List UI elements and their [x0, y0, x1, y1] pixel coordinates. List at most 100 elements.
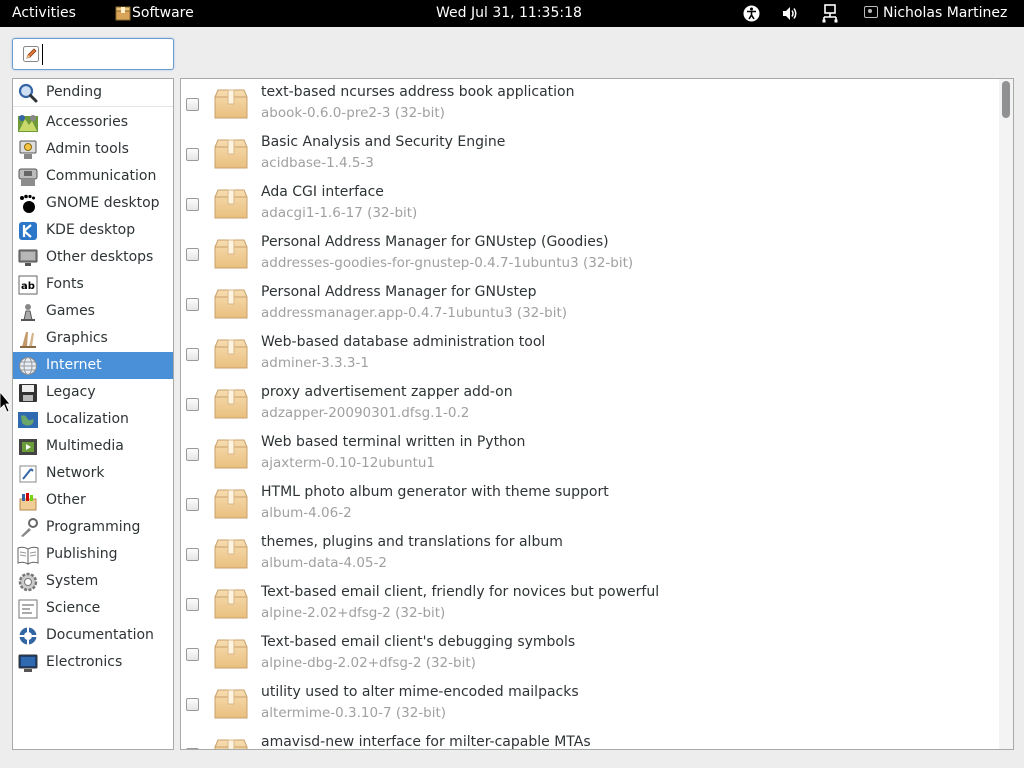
package-checkbox[interactable]	[186, 448, 199, 461]
kde-icon	[17, 220, 39, 241]
top-panel: Activities Software Wed Jul 31, 11:35:18…	[0, 0, 1024, 27]
category-item-science[interactable]: Science	[13, 595, 173, 622]
package-checkbox[interactable]	[186, 598, 199, 611]
user-menu[interactable]: Nicholas Martinez	[864, 0, 1007, 27]
category-item-graphics[interactable]: Graphics	[13, 325, 173, 352]
package-summary: Text-based email client's debugging symb…	[261, 634, 576, 650]
package-checkbox[interactable]	[186, 548, 199, 561]
network-icon[interactable]	[822, 0, 838, 27]
accessibility-icon[interactable]	[743, 0, 760, 27]
category-list[interactable]: Pending Accessories Admin tools Communicati…	[12, 78, 174, 750]
gnome-foot-icon	[17, 193, 39, 214]
clock[interactable]: Wed Jul 31, 11:35:18	[436, 0, 582, 27]
category-item-communication[interactable]: Communication	[13, 163, 173, 190]
package-id: altermime-0.3.10-7 (32-bit)	[261, 705, 447, 721]
package-id: alpine-2.02+dfsg-2 (32-bit)	[261, 605, 446, 621]
other-desktops-icon	[17, 247, 39, 268]
category-item-accessories[interactable]: Accessories	[13, 109, 173, 136]
package-summary: amavisd-new interface for milter-capable…	[261, 734, 591, 750]
system-icon	[17, 571, 39, 592]
category-item-programming[interactable]: Programming	[13, 514, 173, 541]
package-box-icon	[213, 185, 249, 221]
package-checkbox[interactable]	[186, 198, 199, 211]
category-label: System	[46, 573, 99, 589]
package-checkbox[interactable]	[186, 98, 199, 111]
category-label: GNOME desktop	[46, 195, 160, 211]
category-item-other-desktops[interactable]: Other desktops	[13, 244, 173, 271]
package-checkbox[interactable]	[186, 348, 199, 361]
package-summary: Web based terminal written in Python	[261, 434, 526, 450]
package-summary: Personal Address Manager for GNUstep	[261, 284, 537, 300]
volume-icon[interactable]	[781, 0, 799, 27]
package-checkbox[interactable]	[186, 748, 199, 749]
category-item-pending[interactable]: Pending	[13, 79, 173, 107]
package-row[interactable]: text-based ncurses address book applicat…	[181, 79, 997, 129]
fonts-icon: ab	[17, 274, 39, 295]
category-item-fonts[interactable]: ab Fonts	[13, 271, 173, 298]
package-list[interactable]: text-based ncurses address book applicat…	[180, 78, 1014, 750]
activities-button[interactable]: Activities	[12, 0, 76, 27]
category-item-multimedia[interactable]: Multimedia	[13, 433, 173, 460]
package-row[interactable]: themes, plugins and translations for alb…	[181, 529, 997, 579]
category-item-documentation[interactable]: Documentation	[13, 622, 173, 649]
category-item-other[interactable]: Other	[13, 487, 173, 514]
category-item-network[interactable]: Network	[13, 460, 173, 487]
other-icon	[17, 490, 39, 511]
package-checkbox[interactable]	[186, 698, 199, 711]
category-item-system[interactable]: System	[13, 568, 173, 595]
package-summary: Web-based database administration tool	[261, 334, 546, 350]
category-item-publishing[interactable]: Publishing	[13, 541, 173, 568]
package-row[interactable]: HTML photo album generator with theme su…	[181, 479, 997, 529]
package-row[interactable]: Web-based database administration tool ad…	[181, 329, 997, 379]
category-item-admin-tools[interactable]: Admin tools	[13, 136, 173, 163]
package-id: adacgi1-1.6-17 (32-bit)	[261, 205, 418, 221]
category-label: Science	[46, 600, 101, 616]
package-row[interactable]: Basic Analysis and Security Engine acidba…	[181, 129, 997, 179]
package-row[interactable]: Text-based email client's debugging symb…	[181, 629, 997, 679]
package-summary: utility used to alter mime-encoded mailp…	[261, 684, 579, 700]
scrollbar-thumb[interactable]	[1002, 81, 1010, 118]
package-row[interactable]: Text-based email client, friendly for no…	[181, 579, 997, 629]
package-checkbox[interactable]	[186, 248, 199, 261]
package-checkbox[interactable]	[186, 648, 199, 661]
app-name: Software	[132, 5, 194, 21]
category-label: Fonts	[46, 276, 84, 292]
package-summary: text-based ncurses address book applicat…	[261, 84, 575, 100]
category-label: Network	[46, 465, 105, 481]
category-item-localization[interactable]: Localization	[13, 406, 173, 433]
package-row[interactable]: amavisd-new interface for milter-capable…	[181, 729, 997, 750]
category-label: Multimedia	[46, 438, 124, 454]
package-checkbox[interactable]	[186, 498, 199, 511]
package-row[interactable]: Web based terminal written in Python ajax…	[181, 429, 997, 479]
edit-clear-icon[interactable]	[22, 45, 40, 63]
category-item-internet[interactable]: Internet	[13, 352, 173, 379]
package-row[interactable]: Ada CGI interface adacgi1-1.6-17 (32-bit)	[181, 179, 997, 229]
category-item-gnome-desktop[interactable]: GNOME desktop	[13, 190, 173, 217]
package-checkbox[interactable]	[186, 398, 199, 411]
package-id: alpine-dbg-2.02+dfsg-2 (32-bit)	[261, 655, 476, 671]
package-id: ajaxterm-0.10-12ubuntu1	[261, 455, 436, 471]
package-row[interactable]: Personal Address Manager for GNUstep addr…	[181, 279, 997, 329]
category-label: Electronics	[46, 654, 123, 670]
floppy-icon	[17, 382, 39, 403]
package-summary: themes, plugins and translations for alb…	[261, 534, 563, 550]
search-box[interactable]	[12, 38, 174, 70]
scrollbar[interactable]	[999, 79, 1013, 749]
category-item-electronics[interactable]: Electronics	[13, 649, 173, 676]
category-item-kde-desktop[interactable]: KDE desktop	[13, 217, 173, 244]
category-label: Localization	[46, 411, 129, 427]
category-item-games[interactable]: Games	[13, 298, 173, 325]
package-row[interactable]: proxy advertisement zapper add-on adzappe…	[181, 379, 997, 429]
user-status-icon	[864, 6, 878, 18]
category-label: Programming	[46, 519, 141, 535]
multimedia-icon	[17, 436, 39, 457]
category-label: Pending	[46, 84, 102, 100]
category-label: Legacy	[46, 384, 96, 400]
category-item-legacy[interactable]: Legacy	[13, 379, 173, 406]
search-input[interactable]	[42, 44, 168, 65]
package-checkbox[interactable]	[186, 298, 199, 311]
package-checkbox[interactable]	[186, 148, 199, 161]
package-row[interactable]: Personal Address Manager for GNUstep (Go…	[181, 229, 997, 279]
package-row[interactable]: utility used to alter mime-encoded mailp…	[181, 679, 997, 729]
package-id: album-data-4.05-2	[261, 555, 387, 571]
